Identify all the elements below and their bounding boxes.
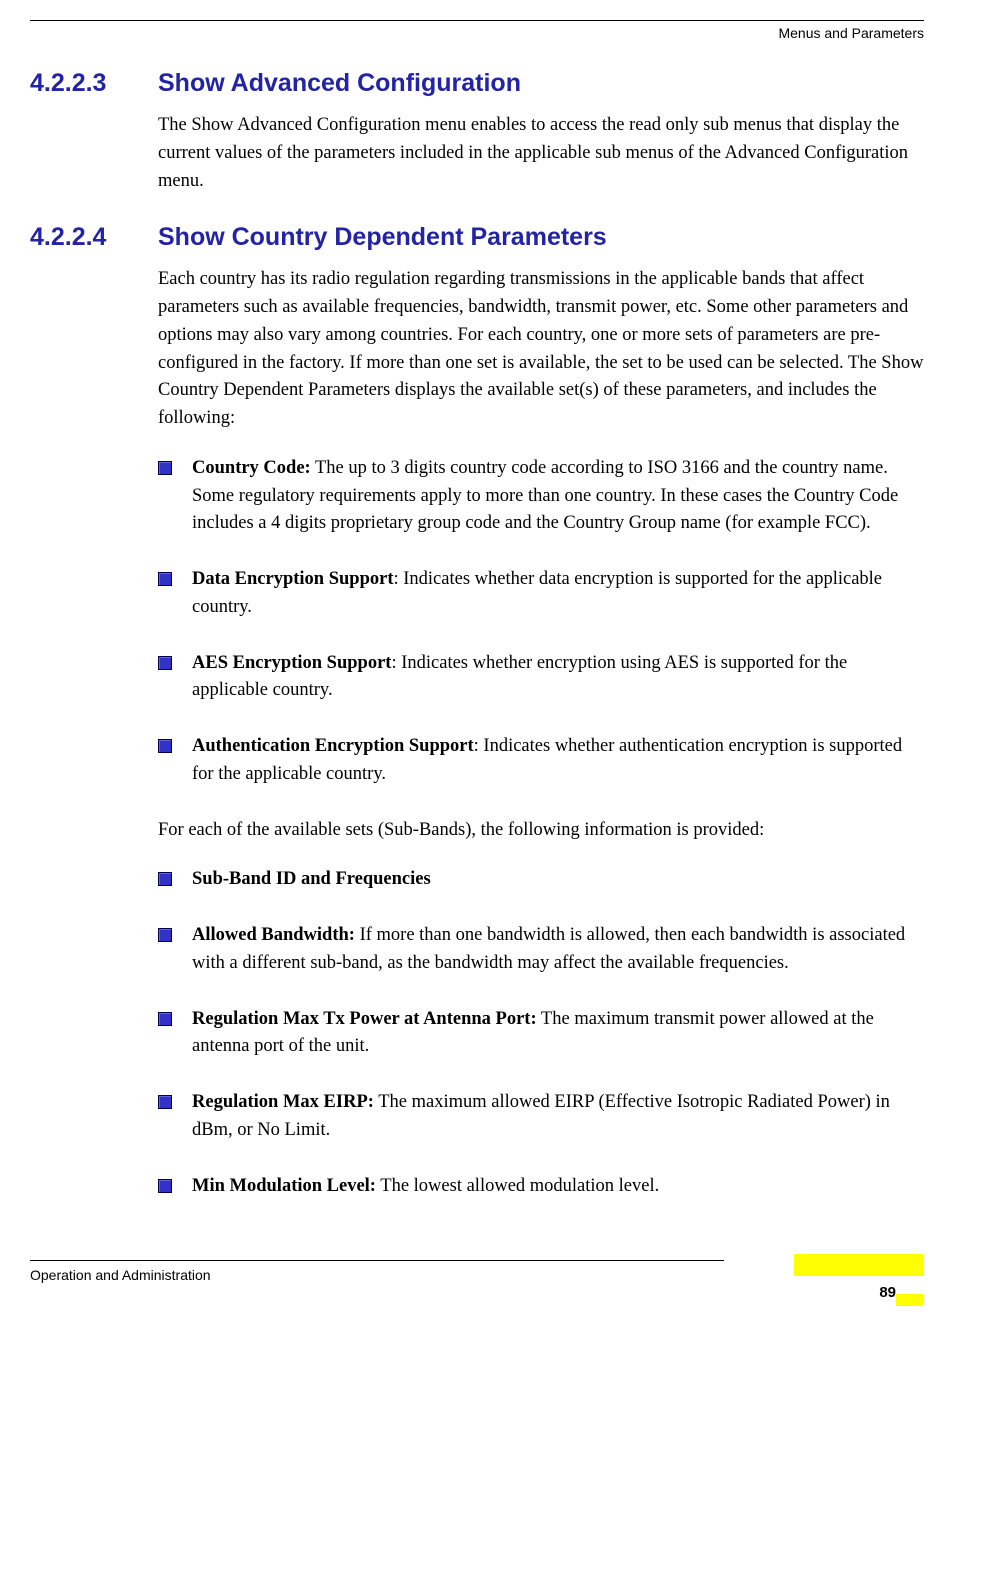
paragraph: The Show Advanced Configuration menu ena… <box>158 112 924 195</box>
list-item: Authentication Encryption Support: Indic… <box>158 733 924 789</box>
list-item: Min Modulation Level: The lowest allowed… <box>158 1173 924 1201</box>
list-item-label: Sub-Band ID and Frequencies <box>192 869 431 889</box>
header-right-text: Menus and Parameters <box>778 25 924 41</box>
page-footer: Operation and Administration 89 <box>0 1260 984 1323</box>
bullet-list-secondary: Sub-Band ID and Frequencies Allowed Band… <box>158 866 924 1200</box>
list-item-label: Data Encryption Support <box>192 569 393 589</box>
paragraph: Each country has its radio regulation re… <box>158 266 924 433</box>
list-item-label: Min Modulation Level: <box>192 1176 376 1196</box>
section-heading-4-2-2-3: 4.2.2.3 Show Advanced Configuration <box>30 69 924 98</box>
list-item-label: Regulation Max EIRP: <box>192 1092 374 1112</box>
yellow-accent-top <box>794 1254 924 1276</box>
page-number: 89 <box>879 1284 896 1301</box>
list-item-label: Allowed Bandwidth: <box>192 925 355 945</box>
list-item: Sub-Band ID and Frequencies <box>158 866 924 894</box>
list-item: AES Encryption Support: Indicates whethe… <box>158 650 924 706</box>
paragraph: For each of the available sets (Sub-Band… <box>158 817 924 845</box>
list-item-label: Regulation Max Tx Power at Antenna Port: <box>192 1009 537 1029</box>
footer-rule <box>30 1260 724 1261</box>
list-item: Country Code: The up to 3 digits country… <box>158 455 924 538</box>
section-body-4-2-2-4: Each country has its radio regulation re… <box>158 266 924 1200</box>
section-heading-4-2-2-4: 4.2.2.4 Show Country Dependent Parameter… <box>30 223 924 252</box>
list-item: Allowed Bandwidth: If more than one band… <box>158 922 924 978</box>
section-number: 4.2.2.3 <box>30 69 158 98</box>
page-header: Menus and Parameters <box>30 20 924 41</box>
section-number: 4.2.2.4 <box>30 223 158 252</box>
list-item-label: Authentication Encryption Support <box>192 736 474 756</box>
section-title: Show Advanced Configuration <box>158 69 521 98</box>
yellow-accent-bottom <box>896 1294 924 1306</box>
list-item: Regulation Max Tx Power at Antenna Port:… <box>158 1006 924 1062</box>
section-body-4-2-2-3: The Show Advanced Configuration menu ena… <box>158 112 924 195</box>
list-item: Regulation Max EIRP: The maximum allowed… <box>158 1089 924 1145</box>
list-item: Data Encryption Support: Indicates wheth… <box>158 566 924 622</box>
footer-accent: 89 <box>794 1254 924 1306</box>
list-item-text: The lowest allowed modulation level. <box>376 1176 659 1196</box>
bullet-list-primary: Country Code: The up to 3 digits country… <box>158 455 924 789</box>
section-title: Show Country Dependent Parameters <box>158 223 607 252</box>
list-item-label: AES Encryption Support <box>192 653 391 673</box>
list-item-label: Country Code: <box>192 458 311 478</box>
